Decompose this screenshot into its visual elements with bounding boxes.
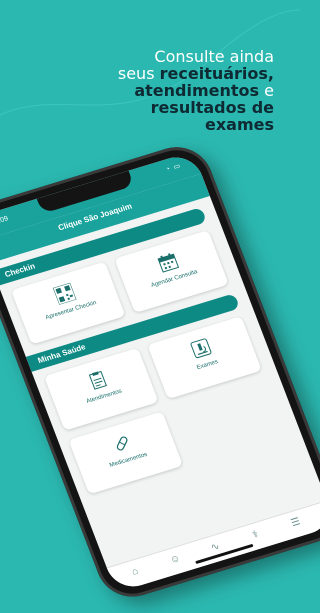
medicine-icon[interactable]: ⚕ (247, 528, 265, 545)
doctor-icon[interactable]: ☺ (167, 552, 185, 569)
home-icon[interactable]: ⌂ (126, 565, 144, 582)
battery-icon: ▭ (172, 162, 183, 172)
home-indicator (195, 543, 254, 565)
pill-icon (116, 436, 128, 451)
section-title-checkin: Checkin (3, 261, 37, 280)
bottom-tab-bar: ⌂ ☺ ∿ ⚕ ☰ (106, 500, 320, 593)
phone-frame: 11:09 ◔ ▭ Clique São Joaquim Checkin Apr… (0, 138, 320, 605)
list-icon[interactable]: ☰ (287, 516, 305, 533)
phone-screen: 11:09 ◔ ▭ Clique São Joaquim Checkin Apr… (0, 151, 320, 593)
calendar-icon (157, 253, 180, 273)
status-icons: ◔ ▭ (164, 161, 183, 174)
section-title-minha-saude: Minha Saúde (36, 342, 87, 366)
status-time: 11:09 (0, 215, 10, 227)
microscope-icon (190, 338, 212, 359)
qr-code-icon (52, 282, 77, 305)
wifi-icon: ◔ (164, 165, 173, 174)
clipboard-icon (88, 370, 107, 390)
phone-mockup: 11:09 ◔ ▭ Clique São Joaquim Checkin Apr… (0, 114, 320, 605)
